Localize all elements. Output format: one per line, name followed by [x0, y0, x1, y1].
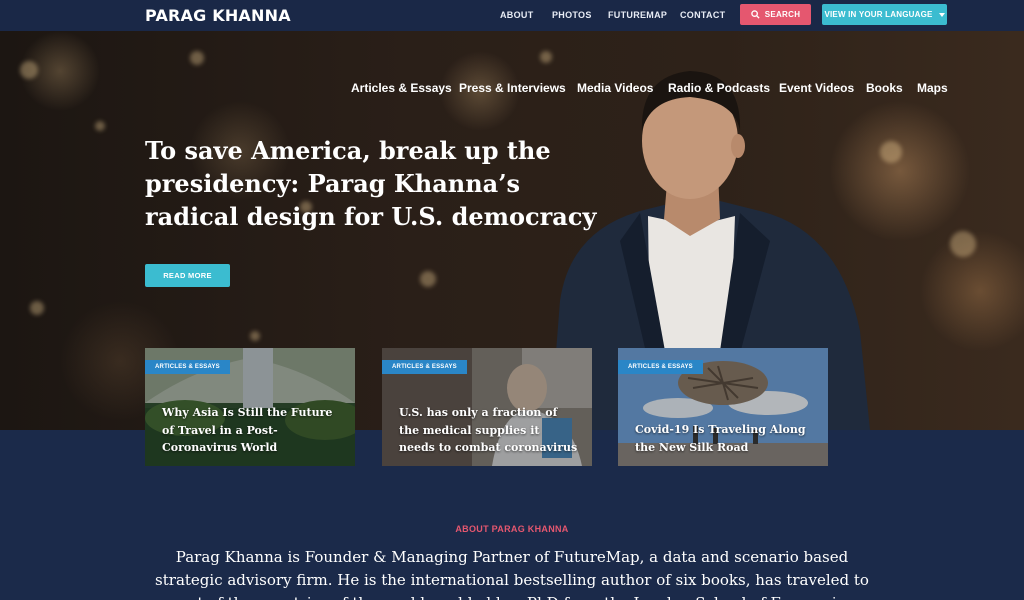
card-tag[interactable]: ARTICLES & ESSAYS	[618, 360, 703, 374]
card-title[interactable]: Why Asia Is Still the Future of Travel i…	[162, 404, 342, 457]
card-tag[interactable]: ARTICLES & ESSAYS	[145, 360, 230, 374]
hero-headline[interactable]: To save America, break up the presidency…	[145, 134, 615, 233]
category-radio-podcasts[interactable]: Radio & Podcasts	[668, 81, 770, 95]
category-maps[interactable]: Maps	[917, 81, 948, 95]
search-label: SEARCH	[764, 10, 801, 19]
category-event-videos[interactable]: Event Videos	[779, 81, 854, 95]
about-section-label: ABOUT PARAG KHANNA	[455, 524, 569, 534]
search-button[interactable]: SEARCH	[740, 4, 811, 25]
about-description: Parag Khanna is Founder & Managing Partn…	[155, 548, 869, 600]
category-media-videos[interactable]: Media Videos	[577, 81, 653, 95]
search-icon	[750, 10, 760, 19]
card-tag[interactable]: ARTICLES & ESSAYS	[382, 360, 467, 374]
language-label: VIEW IN YOUR LANGUAGE	[824, 10, 933, 19]
nav-photos[interactable]: PHOTOS	[552, 10, 592, 20]
category-books[interactable]: Books	[866, 81, 903, 95]
language-select-button[interactable]: VIEW IN YOUR LANGUAGE	[822, 4, 947, 25]
nav-futuremap[interactable]: FUTUREMAP	[608, 10, 667, 20]
category-articles-essays[interactable]: Articles & Essays	[351, 81, 452, 95]
article-card[interactable]: ARTICLES & ESSAYS U.S. has only a fracti…	[382, 348, 592, 466]
card-title[interactable]: U.S. has only a fraction of the medical …	[399, 404, 579, 457]
caret-down-icon	[938, 12, 945, 17]
read-more-button[interactable]: READ MORE	[145, 264, 230, 287]
card-title[interactable]: Covid-19 Is Traveling Along the New Silk…	[635, 421, 815, 456]
nav-about[interactable]: ABOUT	[500, 10, 534, 20]
top-bar: PARAG KHANNA ABOUT PHOTOS FUTUREMAP CONT…	[0, 0, 1024, 31]
article-card[interactable]: ARTICLES & ESSAYS Covid-19 Is Traveling …	[618, 348, 828, 466]
nav-contact[interactable]: CONTACT	[680, 10, 725, 20]
category-press-interviews[interactable]: Press & Interviews	[459, 81, 566, 95]
site-logo[interactable]: PARAG KHANNA	[145, 6, 291, 25]
article-card[interactable]: ARTICLES & ESSAYS Why Asia Is Still the …	[145, 348, 355, 466]
